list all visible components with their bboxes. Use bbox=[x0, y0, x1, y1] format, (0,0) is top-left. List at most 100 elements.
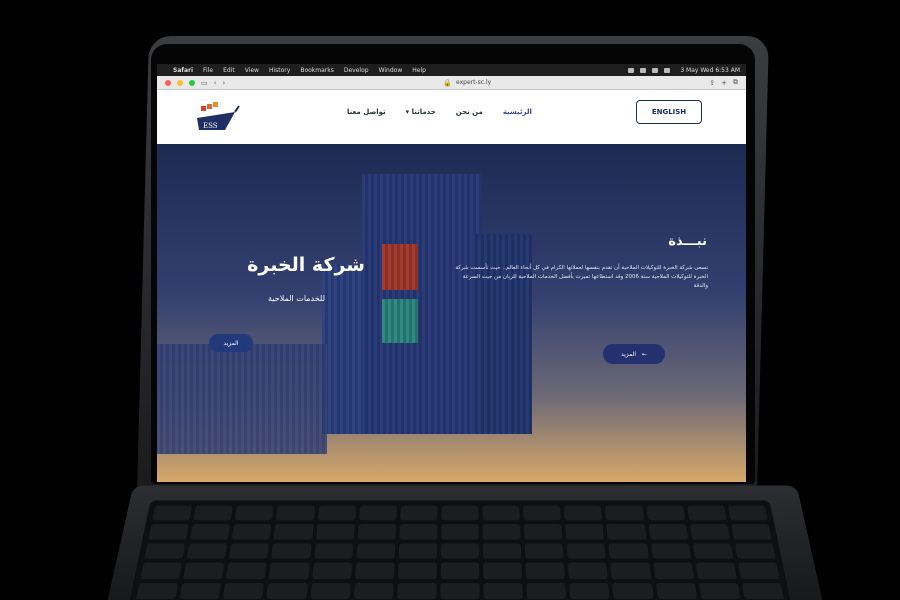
menu-help[interactable]: Help bbox=[412, 67, 426, 74]
keyboard-key bbox=[226, 562, 267, 579]
keyboard-key bbox=[266, 582, 308, 600]
teal-container bbox=[382, 299, 418, 343]
zoom-window-icon[interactable] bbox=[189, 79, 195, 86]
main-nav: الرئيسية من نحن خدماتنا ▾ تواصل معنا bbox=[347, 108, 532, 116]
keyboard-key bbox=[440, 582, 480, 600]
containers-image bbox=[322, 174, 532, 474]
menu-develop[interactable]: Develop bbox=[344, 67, 369, 74]
keyboard-key bbox=[566, 543, 607, 559]
keyboard-key bbox=[398, 543, 438, 559]
keyboard-key bbox=[315, 524, 355, 540]
keyboard-key bbox=[399, 524, 438, 540]
menu-file[interactable]: File bbox=[203, 67, 213, 74]
keyboard-key bbox=[689, 524, 730, 540]
about-title: نبـــذة bbox=[668, 234, 707, 249]
keyboard-key bbox=[353, 582, 394, 600]
keyboard-key bbox=[440, 562, 480, 579]
keyboard-key bbox=[524, 543, 564, 559]
keyboard-key bbox=[727, 505, 768, 521]
keyboard-key bbox=[734, 543, 776, 559]
menu-bookmarks[interactable]: Bookmarks bbox=[300, 67, 334, 74]
address-bar[interactable]: 🔒 expert-sc.ly bbox=[231, 79, 703, 87]
keyboard-key bbox=[136, 582, 179, 600]
keyboard-key bbox=[655, 582, 697, 600]
keyboard-key bbox=[605, 505, 644, 521]
keyboard-key bbox=[317, 505, 356, 521]
keyboard-key bbox=[229, 543, 270, 559]
laptop-mockup: Safari File Edit View History Bookmarks … bbox=[0, 0, 900, 600]
keyboard-key bbox=[193, 505, 234, 521]
tabs-overview-icon[interactable]: ⧉ bbox=[733, 78, 738, 87]
keyboard-key bbox=[140, 562, 183, 579]
menubar-clock[interactable]: 3 May Wed 6:53 AM bbox=[680, 67, 740, 74]
sidebar-toggle-icon[interactable]: ▭ bbox=[201, 79, 208, 87]
keyboard-key bbox=[356, 543, 396, 559]
keyboard-key bbox=[695, 562, 737, 579]
keyboard-key bbox=[357, 524, 396, 540]
keyboard-key bbox=[483, 562, 523, 579]
url-text[interactable]: expert-sc.ly bbox=[456, 79, 491, 86]
keyboard-key bbox=[313, 543, 354, 559]
wifi-icon[interactable] bbox=[652, 67, 659, 73]
keyboard-key bbox=[606, 524, 647, 540]
site-header: ESS الرئيسية من نحن خدماتنا ▾ تواصل معنا… bbox=[157, 90, 746, 144]
menu-window[interactable]: Window bbox=[379, 67, 403, 74]
keyboard-key bbox=[610, 562, 651, 579]
keyboard-key bbox=[144, 543, 186, 559]
status-icon[interactable] bbox=[628, 67, 635, 73]
hero-title: شركة الخبرة bbox=[247, 254, 365, 276]
keyboard-key bbox=[523, 505, 562, 521]
nav-contact[interactable]: تواصل معنا bbox=[347, 108, 386, 116]
logo-text: ESS bbox=[203, 122, 218, 130]
share-icon[interactable]: ⇪ bbox=[709, 79, 715, 87]
keyboard-key bbox=[483, 582, 524, 600]
menu-history[interactable]: History bbox=[269, 67, 290, 74]
keyboard-key bbox=[269, 562, 310, 579]
keyboard-key bbox=[273, 524, 314, 540]
keyboard-key bbox=[190, 524, 231, 540]
battery-icon[interactable] bbox=[664, 67, 671, 73]
menu-view[interactable]: View bbox=[245, 67, 259, 74]
close-window-icon[interactable] bbox=[165, 79, 171, 86]
keyboard-key bbox=[311, 562, 352, 579]
keyboard-key bbox=[569, 582, 610, 600]
about-text: تسعى شركة الخبرة للتوكيلات الملاحية أن ت… bbox=[455, 265, 708, 289]
keyboard-key bbox=[525, 562, 566, 579]
app-menu[interactable]: Safari bbox=[173, 67, 193, 74]
keyboard-key bbox=[741, 582, 784, 600]
keyboard-key bbox=[358, 505, 397, 521]
status-icon[interactable] bbox=[640, 67, 647, 73]
more-button-left[interactable]: المزيد bbox=[209, 334, 253, 352]
nav-about[interactable]: من نحن bbox=[456, 108, 483, 116]
keyboard-key bbox=[698, 582, 741, 600]
new-tab-icon[interactable]: + bbox=[721, 79, 727, 87]
minimize-window-icon[interactable] bbox=[177, 79, 183, 86]
back-icon[interactable]: ‹ bbox=[214, 79, 217, 87]
keyboard-key bbox=[309, 582, 351, 600]
keyboard-key bbox=[731, 524, 772, 540]
keyboard-key bbox=[276, 505, 315, 521]
keyboard-key bbox=[183, 562, 225, 579]
arrow-left-icon: ← bbox=[642, 350, 648, 358]
keyboard-key bbox=[271, 543, 312, 559]
keyboard-key bbox=[234, 505, 275, 521]
english-button[interactable]: ENGLISH bbox=[636, 100, 702, 124]
keyboard-key bbox=[179, 582, 222, 600]
keyboard-key bbox=[148, 524, 189, 540]
keyboard-key bbox=[231, 524, 272, 540]
keyboard-key bbox=[568, 562, 609, 579]
ess-logo[interactable]: ESS bbox=[195, 100, 241, 138]
nav-home[interactable]: الرئيسية bbox=[503, 108, 532, 116]
more-button-right[interactable]: المزيد ← bbox=[603, 344, 665, 364]
menu-edit[interactable]: Edit bbox=[223, 67, 235, 74]
keyboard-key bbox=[692, 543, 734, 559]
keyboard-key bbox=[565, 524, 605, 540]
keyboard-key bbox=[564, 505, 603, 521]
forward-icon[interactable]: › bbox=[222, 79, 225, 87]
nav-services[interactable]: خدماتنا ▾ bbox=[406, 108, 436, 116]
keyboard-key bbox=[526, 582, 567, 600]
hero-subtitle: للخدمات الملاحية bbox=[268, 294, 325, 303]
status-icons bbox=[628, 67, 671, 73]
keyboard-key bbox=[441, 524, 479, 540]
keyboard-key bbox=[737, 562, 780, 579]
